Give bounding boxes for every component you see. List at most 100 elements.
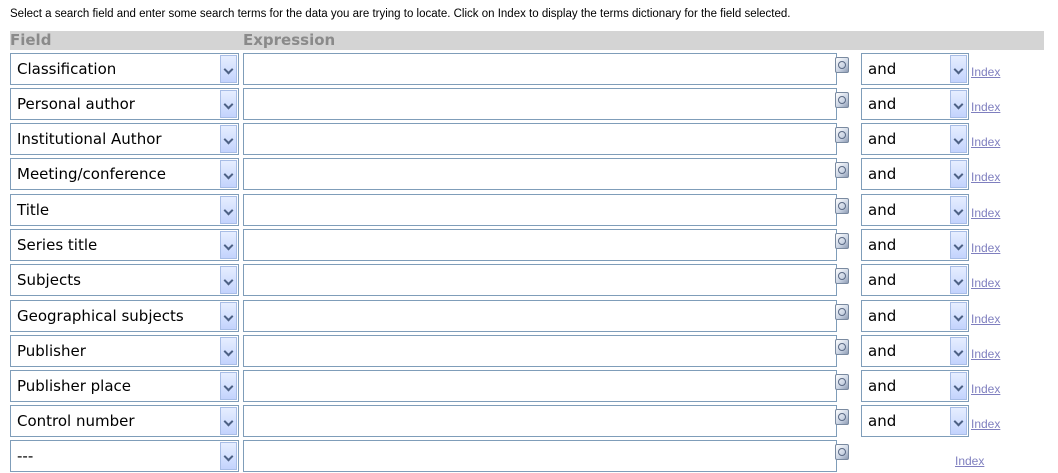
index-link[interactable]: Index xyxy=(971,382,1000,396)
expression-input[interactable] xyxy=(243,158,837,190)
expression-input[interactable] xyxy=(243,370,837,402)
field-select[interactable]: Control number xyxy=(10,405,239,437)
chevron-down-icon[interactable] xyxy=(220,90,237,118)
search-row: Personal author and Index xyxy=(10,87,1050,121)
boolean-select-value: and xyxy=(868,95,897,113)
index-link[interactable]: Index xyxy=(971,347,1000,361)
dictionary-icon[interactable] xyxy=(835,198,849,214)
index-link[interactable]: Index xyxy=(971,276,1000,290)
chevron-down-icon[interactable] xyxy=(220,231,237,259)
boolean-select[interactable]: and xyxy=(861,405,969,437)
chevron-down-icon[interactable] xyxy=(220,302,237,330)
expression-input[interactable] xyxy=(243,53,837,85)
boolean-select[interactable]: and xyxy=(861,53,969,85)
index-link[interactable]: Index xyxy=(971,135,1000,149)
dictionary-icon[interactable] xyxy=(835,374,849,390)
expression-input[interactable] xyxy=(243,88,837,120)
boolean-select[interactable]: and xyxy=(861,123,969,155)
field-select-value: Meeting/conference xyxy=(17,165,167,183)
chevron-down-icon[interactable] xyxy=(220,160,237,188)
expression-input[interactable] xyxy=(243,123,837,155)
dictionary-icon[interactable] xyxy=(835,409,849,425)
expression-input[interactable] xyxy=(243,229,837,261)
dictionary-icon[interactable] xyxy=(835,444,849,460)
dictionary-icon[interactable] xyxy=(835,304,849,320)
index-link[interactable]: Index xyxy=(971,312,1000,326)
chevron-down-icon[interactable] xyxy=(950,266,967,294)
index-link[interactable]: Index xyxy=(955,454,984,468)
boolean-select[interactable]: and xyxy=(861,158,969,190)
boolean-select[interactable]: and xyxy=(861,88,969,120)
field-select[interactable]: Publisher place xyxy=(10,370,239,402)
search-row: Publisher and Index xyxy=(10,334,1050,368)
chevron-down-icon[interactable] xyxy=(950,160,967,188)
chevron-down-icon[interactable] xyxy=(950,231,967,259)
expression-input[interactable] xyxy=(243,264,837,296)
chevron-down-icon[interactable] xyxy=(220,372,237,400)
field-select[interactable]: Geographical subjects xyxy=(10,300,239,332)
boolean-select-value: and xyxy=(868,201,897,219)
chevron-down-icon[interactable] xyxy=(220,125,237,153)
expression-input[interactable] xyxy=(243,405,837,437)
chevron-down-icon[interactable] xyxy=(220,266,237,294)
boolean-select-value: and xyxy=(868,271,897,289)
dictionary-icon[interactable] xyxy=(835,233,849,249)
boolean-select[interactable]: and xyxy=(861,229,969,261)
field-select[interactable]: Subjects xyxy=(10,264,239,296)
dictionary-icon[interactable] xyxy=(835,127,849,143)
boolean-select[interactable]: and xyxy=(861,370,969,402)
chevron-down-icon[interactable] xyxy=(950,196,967,224)
chevron-down-icon[interactable] xyxy=(950,90,967,118)
index-link[interactable]: Index xyxy=(971,65,1000,79)
index-link[interactable]: Index xyxy=(971,417,1000,431)
boolean-select[interactable]: and xyxy=(861,264,969,296)
dictionary-icon[interactable] xyxy=(835,57,849,73)
dictionary-icon[interactable] xyxy=(835,92,849,108)
boolean-select-value: and xyxy=(868,307,897,325)
search-row: Title and Index xyxy=(10,193,1050,227)
chevron-down-icon[interactable] xyxy=(950,302,967,330)
index-link[interactable]: Index xyxy=(971,206,1000,220)
chevron-down-icon[interactable] xyxy=(950,372,967,400)
chevron-down-icon[interactable] xyxy=(950,407,967,435)
chevron-down-icon[interactable] xyxy=(220,407,237,435)
chevron-down-icon[interactable] xyxy=(220,55,237,83)
boolean-select-value: and xyxy=(868,412,897,430)
chevron-down-icon[interactable] xyxy=(220,337,237,365)
index-link[interactable]: Index xyxy=(971,241,1000,255)
chevron-down-icon[interactable] xyxy=(950,125,967,153)
field-column-header: Field xyxy=(10,31,52,49)
field-select[interactable]: Series title xyxy=(10,229,239,261)
boolean-select-value: and xyxy=(868,60,897,78)
dictionary-icon[interactable] xyxy=(835,268,849,284)
chevron-down-icon[interactable] xyxy=(220,196,237,224)
expression-input[interactable] xyxy=(243,335,837,367)
field-select[interactable]: Personal author xyxy=(10,88,239,120)
field-select-value: Title xyxy=(17,201,50,219)
expression-input[interactable] xyxy=(243,300,837,332)
instructions-text: Select a search field and enter some sea… xyxy=(10,8,791,20)
boolean-select[interactable]: and xyxy=(861,194,969,226)
expression-column-header: Expression xyxy=(243,31,336,49)
dictionary-icon[interactable] xyxy=(835,162,849,178)
field-select-value: Subjects xyxy=(17,271,81,289)
chevron-down-icon[interactable] xyxy=(950,55,967,83)
search-row: Geographical subjects and Index xyxy=(10,299,1050,333)
expression-input[interactable] xyxy=(243,440,837,472)
index-link[interactable]: Index xyxy=(971,100,1000,114)
chevron-down-icon[interactable] xyxy=(950,337,967,365)
field-select[interactable]: Institutional Author xyxy=(10,123,239,155)
boolean-select[interactable]: and xyxy=(861,335,969,367)
index-link[interactable]: Index xyxy=(971,170,1000,184)
expression-input[interactable] xyxy=(243,194,837,226)
search-row: Publisher place and Index xyxy=(10,369,1050,403)
field-select[interactable]: Publisher xyxy=(10,335,239,367)
dictionary-icon[interactable] xyxy=(835,339,849,355)
field-select[interactable]: Title xyxy=(10,194,239,226)
field-select[interactable]: --- xyxy=(10,440,239,472)
field-select[interactable]: Classification xyxy=(10,53,239,85)
field-select[interactable]: Meeting/conference xyxy=(10,158,239,190)
chevron-down-icon[interactable] xyxy=(220,442,237,470)
boolean-select[interactable]: and xyxy=(861,300,969,332)
search-row: --- Index xyxy=(10,439,1050,473)
